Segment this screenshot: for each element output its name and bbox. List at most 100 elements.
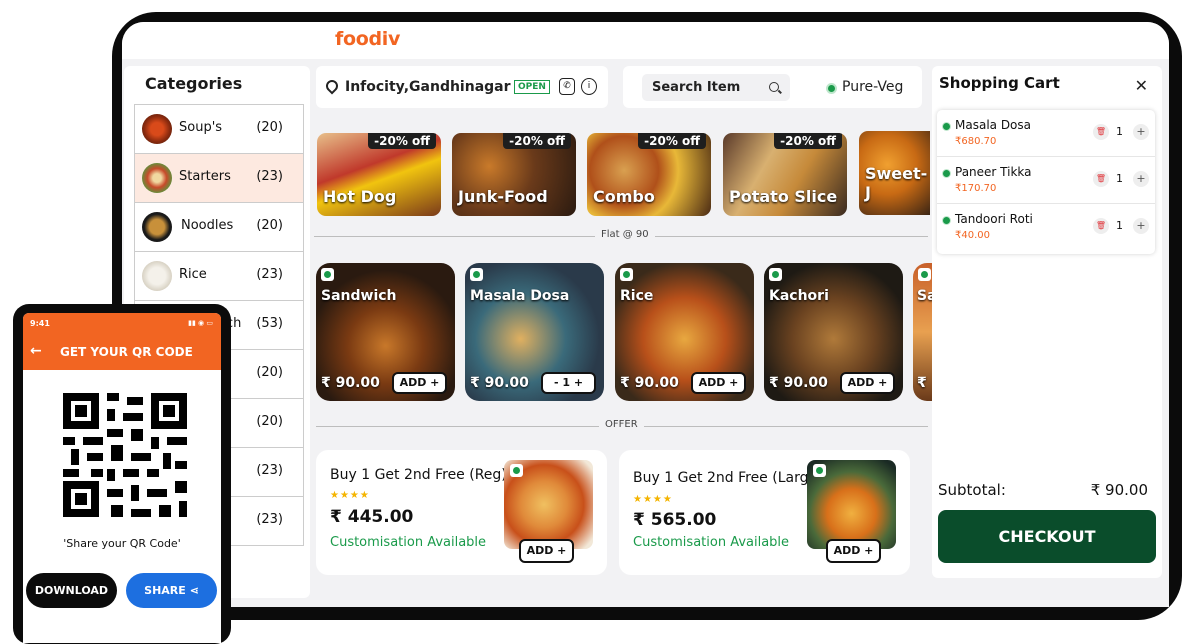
food-name: Sa (917, 288, 932, 304)
offer-price: ₹ 565.00 (633, 510, 717, 530)
starters-thumbnail (142, 163, 172, 193)
promo-label: Junk-Food (458, 187, 548, 206)
quantity-stepper[interactable]: - 1 + (541, 372, 596, 394)
rating-stars: ★★★★ (633, 494, 673, 505)
phone-icon[interactable]: ✆ (559, 78, 575, 95)
close-icon[interactable]: ✕ (1135, 76, 1148, 95)
search-placeholder: Search Item (652, 80, 741, 95)
offer-price: ₹ 445.00 (330, 507, 414, 527)
add-button[interactable]: ADD + (691, 372, 746, 394)
location-bar[interactable]: Infocity,Gandhinagar OPEN ✆ i (316, 66, 608, 108)
cart-item-name: Masala Dosa (955, 118, 1032, 132)
category-count: (23) (256, 267, 283, 282)
category-count: (20) (256, 365, 283, 380)
offer-card[interactable]: Buy 1 Get 2nd Free (Large) ★★★★ ₹ 565.00… (619, 450, 910, 575)
category-count: (23) (256, 463, 283, 478)
veg-icon (620, 268, 633, 281)
food-card[interactable]: Kachori ₹ 90.00 ADD + (764, 263, 903, 401)
search-input[interactable]: Search Item (642, 74, 790, 101)
customisation-note: Customisation Available (633, 535, 790, 550)
cart-title: Shopping Cart (939, 74, 1060, 92)
promo-card[interactable]: -20% off Combo (587, 133, 711, 216)
subtotal-label: Subtotal: (938, 481, 1006, 499)
item-quantity: 1 (1116, 125, 1123, 138)
shopping-cart-panel: Shopping Cart ✕ Masala Dosa ₹680.70 🗑 1 … (932, 66, 1162, 578)
promo-card[interactable]: -20% off Junk-Food (452, 133, 576, 216)
food-card[interactable]: Sa ₹ (913, 263, 932, 401)
open-status-badge: OPEN (514, 80, 550, 94)
veg-icon (942, 169, 951, 178)
food-name: Rice (620, 288, 654, 304)
discount-badge: -20% off (774, 133, 842, 149)
item-quantity: 1 (1116, 219, 1123, 232)
delete-icon[interactable]: 🗑 (1093, 171, 1109, 187)
plus-icon[interactable]: + (1133, 218, 1149, 234)
veg-icon (813, 464, 826, 477)
noodles-thumbnail (142, 212, 172, 242)
category-item[interactable]: Noodles (20) (134, 203, 304, 252)
veg-icon (942, 122, 951, 131)
category-count: (20) (256, 414, 283, 429)
soup-thumbnail (142, 114, 172, 144)
category-count: (23) (256, 512, 283, 527)
offer-image (504, 460, 593, 549)
category-name: Starters (179, 169, 231, 184)
info-icon[interactable]: i (581, 78, 597, 95)
promo-card[interactable]: -20% off Hot Dog (317, 133, 441, 216)
app-logo[interactable]: foodiv (335, 28, 400, 50)
food-card[interactable]: Sandwich ₹ 90.00 ADD + (316, 263, 455, 401)
add-button[interactable]: ADD + (392, 372, 447, 394)
cart-item-price: ₹170.70 (955, 183, 997, 194)
discount-badge: -20% off (368, 133, 436, 149)
category-item[interactable]: Soup's (20) (134, 105, 304, 154)
location-text: Infocity,Gandhinagar (345, 79, 511, 95)
category-item-active[interactable]: Starters (23) (134, 154, 304, 203)
veg-toggle-icon[interactable] (826, 83, 837, 94)
add-button[interactable]: ADD + (519, 539, 574, 563)
food-card[interactable]: Masala Dosa ₹ 90.00 - 1 + (465, 263, 604, 401)
share-button[interactable]: SHARE ⋖ (126, 573, 217, 608)
category-item[interactable]: Rice (23) (134, 252, 304, 301)
item-quantity: 1 (1116, 172, 1123, 185)
delete-icon[interactable]: 🗑 (1093, 124, 1109, 140)
cart-item: Masala Dosa ₹680.70 🗑 1 + (937, 110, 1155, 157)
food-name: Masala Dosa (470, 288, 570, 304)
add-button[interactable]: ADD + (826, 539, 881, 563)
offer-title: Buy 1 Get 2nd Free (Large) (633, 470, 823, 486)
add-button[interactable]: ADD + (840, 372, 895, 394)
quantity-stepper: 🗑 1 + (1093, 171, 1149, 187)
food-card[interactable]: Rice ₹ 90.00 ADD + (615, 263, 754, 401)
category-count: (23) (256, 169, 283, 184)
category-name: Noodles (181, 218, 234, 233)
veg-icon (321, 268, 334, 281)
promo-label: Combo (593, 187, 655, 206)
phone-title: GET YOUR QR CODE (60, 345, 193, 359)
plus-icon[interactable]: + (1133, 124, 1149, 140)
status-icons: ▮▮ ◉ ▭ (188, 319, 213, 327)
share-qr-text: 'Share your QR Code' (63, 537, 181, 550)
rice-thumbnail (142, 261, 172, 291)
category-name: Soup's (179, 120, 223, 135)
promo-card[interactable]: -20% off Potato Slice (723, 133, 847, 216)
location-pin-icon (323, 77, 341, 95)
offer-card[interactable]: Buy 1 Get 2nd Free (Reg) ★★★★ ₹ 445.00 C… (316, 450, 607, 575)
back-arrow-icon[interactable]: ← (30, 343, 42, 359)
search-icon[interactable] (769, 82, 779, 92)
cart-item-price: ₹40.00 (955, 230, 990, 241)
download-button[interactable]: DOWNLOAD (26, 573, 117, 608)
offer-title: Buy 1 Get 2nd Free (Reg) (330, 467, 507, 483)
cart-item-list: Masala Dosa ₹680.70 🗑 1 + Paneer Tikka ₹… (937, 110, 1155, 254)
phone-header: 9:41 ▮▮ ◉ ▭ ← GET YOUR QR CODE (23, 313, 221, 370)
veg-icon (470, 268, 483, 281)
food-price: ₹ 90.00 (321, 375, 380, 391)
food-name: Sandwich (321, 288, 397, 304)
veg-icon (769, 268, 782, 281)
pure-veg-filter[interactable]: Pure-Veg (842, 79, 903, 95)
food-name: Kachori (769, 288, 829, 304)
discount-badge: -20% off (503, 133, 571, 149)
veg-icon (942, 216, 951, 225)
delete-icon[interactable]: 🗑 (1093, 218, 1109, 234)
promo-card[interactable]: Sweet-J (859, 131, 930, 215)
checkout-button[interactable]: CHECKOUT (938, 510, 1156, 563)
plus-icon[interactable]: + (1133, 171, 1149, 187)
